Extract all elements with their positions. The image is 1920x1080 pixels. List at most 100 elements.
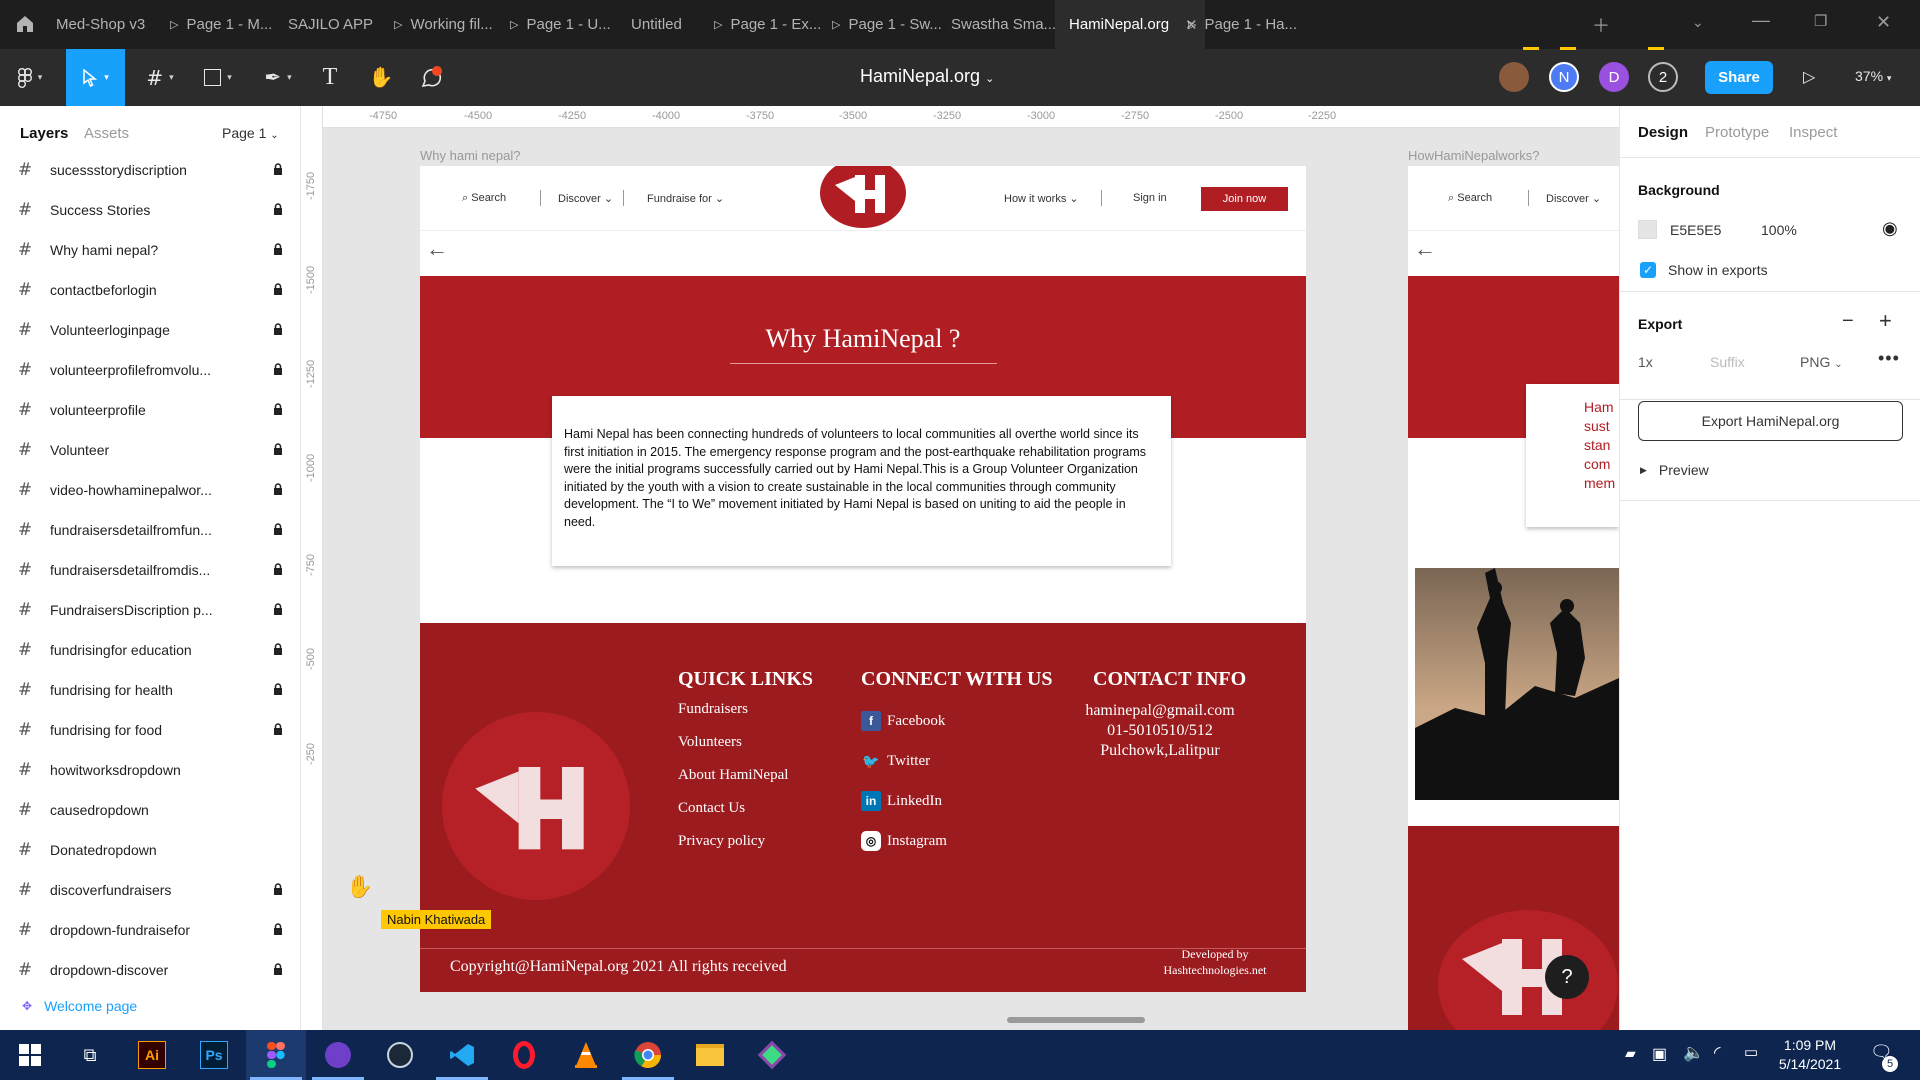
frame-label-why[interactable]: Why hami nepal?	[420, 148, 520, 163]
layer-row[interactable]: # FundraisersDiscription p...	[0, 590, 300, 630]
lock-icon[interactable]	[256, 482, 300, 498]
main-menu-button[interactable]: ▾	[6, 49, 54, 106]
tab-haminepal-org[interactable]: HamiNepal.org ✕	[1055, 0, 1205, 49]
tab-page-1-ex[interactable]: ▷ Page 1 - Ex...	[714, 0, 822, 49]
battery-icon[interactable]: ▭	[1744, 1043, 1758, 1061]
layer-row[interactable]: # causedropdown	[0, 790, 300, 830]
developer-name[interactable]: Hashtechnologies.net	[1140, 962, 1290, 978]
lock-icon[interactable]	[256, 202, 300, 218]
tab-working-fil[interactable]: ▷ Working fil...	[394, 0, 502, 49]
taskbar-photoshop[interactable]: Ps	[184, 1030, 244, 1080]
lock-icon[interactable]	[256, 882, 300, 898]
tab-page-1-ha[interactable]: ▷ Page 1 - Ha...	[1188, 0, 1296, 49]
avatar-n[interactable]: N	[1549, 62, 1579, 92]
taskbar-app[interactable]	[742, 1030, 802, 1080]
present-play-icon[interactable]: ▷	[1803, 67, 1815, 87]
minimize-button[interactable]: —	[1752, 10, 1770, 31]
site-how-it-works-menu[interactable]: How it works ⌄	[1004, 192, 1079, 205]
background-opacity-input[interactable]: 100%	[1761, 222, 1797, 238]
site-discover-menu[interactable]: Discover ⌄	[1546, 192, 1601, 205]
lock-icon[interactable]	[256, 722, 300, 738]
taskbar-file-explorer[interactable]	[680, 1030, 740, 1080]
canvas-horizontal-scrollbar[interactable]	[1007, 1017, 1145, 1023]
hand-tool-button[interactable]: ✋	[364, 49, 398, 106]
document-title[interactable]: HamiNepal.org ⌄	[860, 66, 994, 87]
lock-icon[interactable]	[256, 162, 300, 178]
layer-row[interactable]: # fundrisingfor education	[0, 630, 300, 670]
nvidia-tray-icon[interactable]: ▰	[1625, 1045, 1636, 1062]
footer-quick-link[interactable]: Fundraisers	[678, 701, 788, 734]
layer-row[interactable]: # volunteerprofile	[0, 390, 300, 430]
system-clock[interactable]: 1:09 PM 5/14/2021	[1760, 1036, 1860, 1074]
lock-icon[interactable]	[256, 442, 300, 458]
footer-social-link[interactable]: f Facebook	[861, 701, 947, 741]
close-window-button[interactable]: ✕	[1876, 12, 1891, 33]
tab-assets[interactable]: Assets	[84, 125, 129, 142]
taskbar-illustrator[interactable]: Ai	[122, 1030, 182, 1080]
footer-social-link[interactable]: 🐦 Twitter	[861, 741, 947, 781]
footer-quick-link[interactable]: Volunteers	[678, 734, 788, 767]
show-in-exports-checkbox[interactable]: ✓	[1640, 262, 1656, 278]
tab-page-1-u[interactable]: ▷ Page 1 - U...	[510, 0, 622, 49]
shape-tool-button[interactable]: ▾	[194, 49, 242, 106]
taskbar-vlc[interactable]	[556, 1030, 616, 1080]
lock-icon[interactable]	[256, 922, 300, 938]
site-join-button[interactable]: Join now	[1201, 187, 1288, 211]
layer-row[interactable]: # fundraisersdetailfromfun...	[0, 510, 300, 550]
lock-icon[interactable]	[256, 642, 300, 658]
frame-tool-button[interactable]: # ▾	[136, 49, 184, 106]
lock-icon[interactable]	[256, 602, 300, 618]
layer-row[interactable]: # video-howhaminepalwor...	[0, 470, 300, 510]
layer-row[interactable]: # dropdown-fundraisefor	[0, 910, 300, 950]
windows-start-button[interactable]	[0, 1030, 60, 1080]
tab-page-1-sw[interactable]: ▷ Page 1 - Sw...	[832, 0, 942, 49]
back-arrow-icon[interactable]: ←	[426, 236, 448, 262]
tray-app-icon[interactable]: ▣	[1652, 1044, 1667, 1064]
layer-row[interactable]: # Success Stories	[0, 190, 300, 230]
design-canvas[interactable]: -4750 -4500 -4250 -4000 -3750 -3500 -3250 -3000…	[301, 106, 1619, 1030]
tab-inspect[interactable]: Inspect	[1789, 124, 1837, 141]
remove-export-button[interactable]: −	[1842, 310, 1854, 333]
visibility-eye-icon[interactable]: ◉	[1882, 218, 1898, 239]
avatar-d[interactable]: D	[1599, 62, 1629, 92]
tab-untitled[interactable]: Untitled	[631, 0, 705, 49]
layer-row[interactable]: # dropdown-discover	[0, 950, 300, 990]
taskbar-github[interactable]	[308, 1030, 368, 1080]
welcome-page-layer[interactable]: ✥ Welcome page	[22, 998, 137, 1014]
layer-row[interactable]: # fundrising for food	[0, 710, 300, 750]
preview-toggle[interactable]: ▶ Preview	[1640, 462, 1709, 478]
lock-icon[interactable]	[256, 322, 300, 338]
frame-why-haminepal[interactable]: ⌕ Search Discover ⌄ Fundraise for ⌄ How …	[420, 166, 1306, 992]
footer-quick-link[interactable]: About HamiNepal	[678, 767, 788, 800]
taskbar-opera[interactable]	[494, 1030, 554, 1080]
back-arrow-icon[interactable]: ←	[1414, 236, 1436, 262]
tab-page-1-m[interactable]: ▷ Page 1 - M...	[170, 0, 278, 49]
help-button[interactable]: ?	[1545, 955, 1589, 999]
user-avatar-photo[interactable]	[1499, 62, 1529, 92]
tab-prototype[interactable]: Prototype	[1705, 124, 1769, 141]
lock-icon[interactable]	[256, 402, 300, 418]
site-search[interactable]: ⌕ Search	[462, 192, 506, 205]
site-fundraise-menu[interactable]: Fundraise for ⌄	[647, 192, 724, 205]
tab-swastha-sma[interactable]: Swastha Sma...	[951, 0, 1059, 49]
frame-label-how[interactable]: HowHamiNepalworks?	[1408, 148, 1540, 163]
taskbar-chrome[interactable]	[618, 1030, 678, 1080]
site-signin-link[interactable]: Sign in	[1133, 192, 1167, 204]
zoom-menu[interactable]: 37% ▾	[1855, 68, 1891, 84]
layer-row[interactable]: # howitworksdropdown	[0, 750, 300, 790]
layer-row[interactable]: # Volunteerloginpage	[0, 310, 300, 350]
lock-icon[interactable]	[256, 562, 300, 578]
layer-row[interactable]: # fundrising for health	[0, 670, 300, 710]
new-tab-button[interactable]: ＋	[1592, 12, 1610, 38]
export-button[interactable]: Export HamiNepal.org	[1638, 401, 1903, 441]
tab-med-shop-v3[interactable]: Med-Shop v3	[56, 0, 160, 49]
export-settings-more-icon[interactable]: •••	[1878, 348, 1900, 369]
wifi-icon[interactable]: ◜	[1714, 1043, 1721, 1063]
lock-icon[interactable]	[256, 242, 300, 258]
move-tool-button[interactable]: ▾	[66, 49, 125, 106]
layer-row[interactable]: # sucessstorydiscription	[0, 150, 300, 190]
frame-how-haminepal-works[interactable]: ⌕ Search Discover ⌄ ← Ham sust stan com …	[1408, 166, 1619, 1030]
footer-social-link[interactable]: ◎ Instagram	[861, 821, 947, 861]
tab-sajilo-app[interactable]: SAJILO APP	[288, 0, 384, 49]
export-suffix-input[interactable]: Suffix	[1710, 354, 1745, 370]
